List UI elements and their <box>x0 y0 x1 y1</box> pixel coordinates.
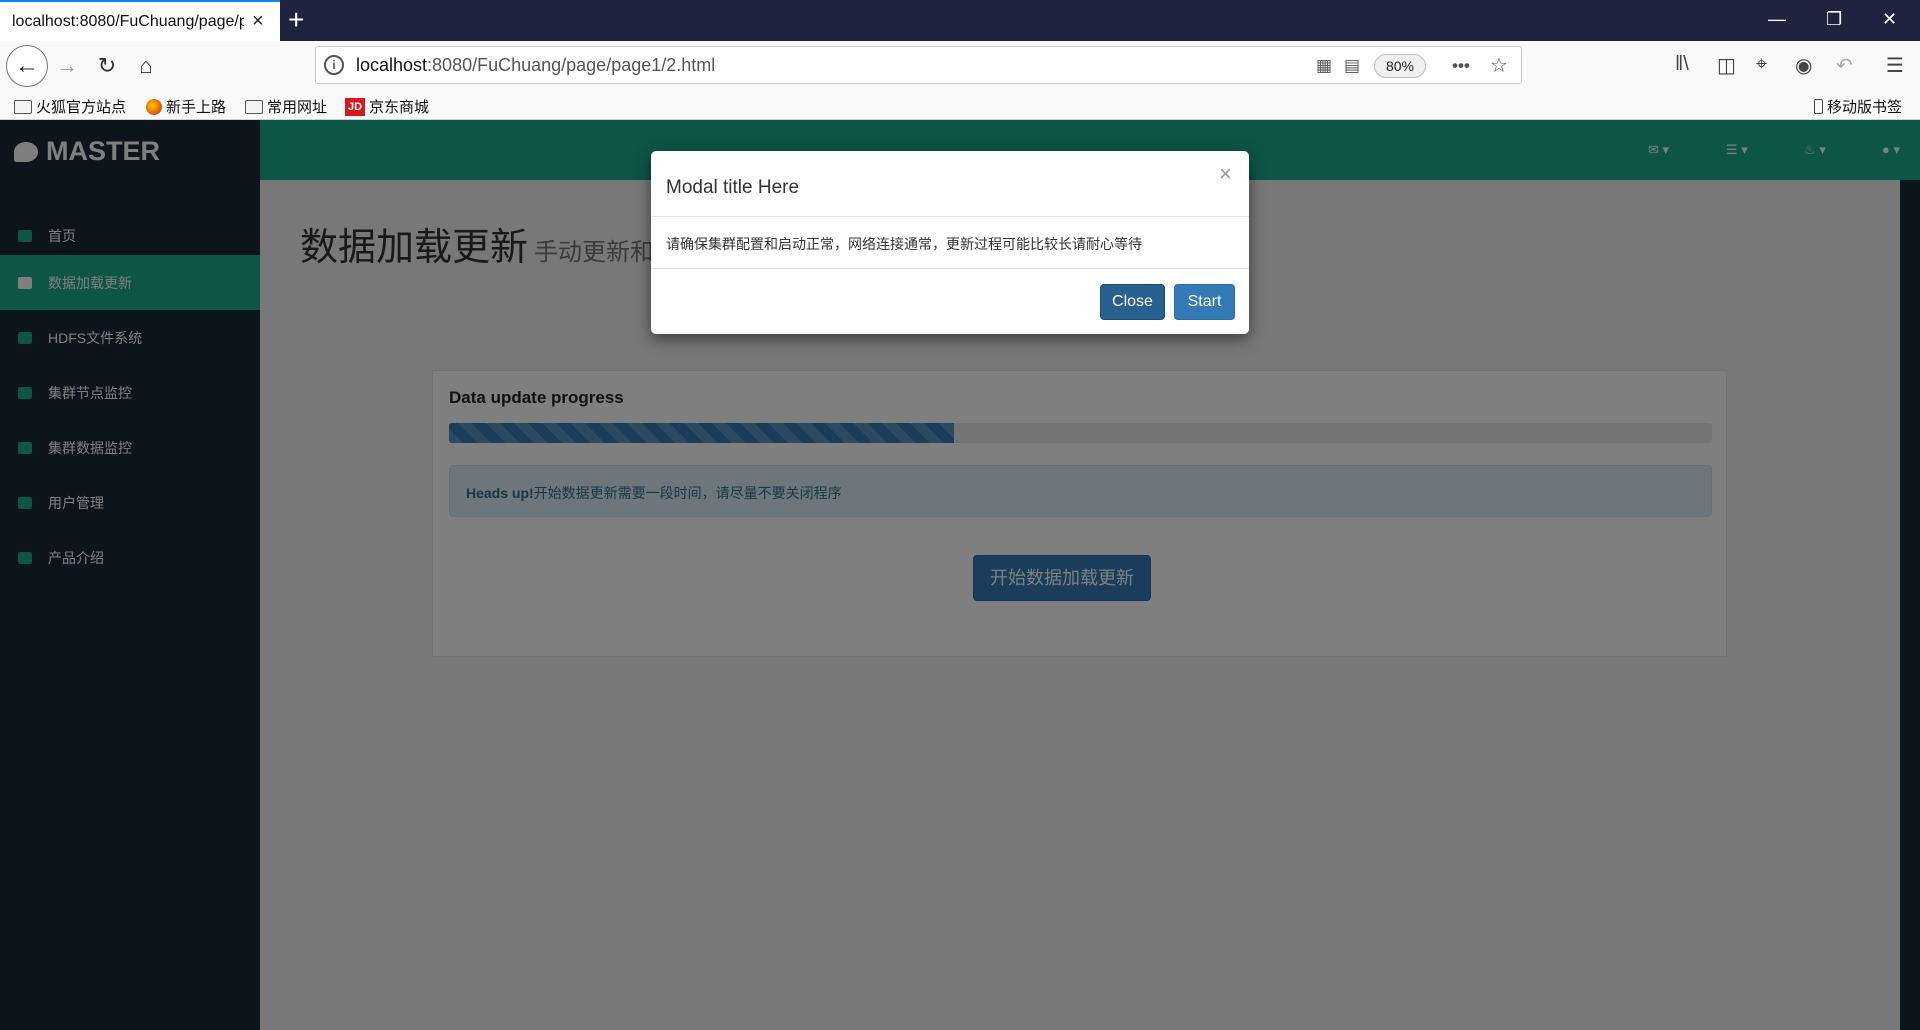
browser-tab[interactable]: localhost:8080/FuChuang/page/page1/2.htm… <box>0 0 280 41</box>
new-tab-icon[interactable]: + <box>288 5 304 35</box>
modal-close-icon[interactable]: × <box>1219 163 1232 185</box>
qr-code-icon[interactable]: ▦ <box>1316 56 1332 76</box>
site-info-icon[interactable]: i <box>324 55 344 75</box>
more-actions-icon[interactable]: ••• <box>1452 56 1470 76</box>
bookmark-label: 京东商城 <box>369 99 430 116</box>
bookmark-star-icon[interactable]: ☆ <box>1490 53 1508 78</box>
browser-tab-bar: localhost:8080/FuChuang/page/page1/2.htm… <box>0 0 1920 41</box>
back-icon[interactable]: ← <box>6 45 48 87</box>
bookmark-label: 新手上路 <box>166 99 227 116</box>
reader-view-icon[interactable]: ▤ <box>1344 56 1360 76</box>
modal-start-button[interactable]: Start <box>1174 284 1235 320</box>
jd-logo-icon: JD <box>345 97 365 116</box>
bookmark-item[interactable]: 新手上路 <box>146 96 226 117</box>
modal-body-text: 请确保集群配置和启动正常，网络连接通常，更新过程可能比较长请耐心等待 <box>666 236 1142 252</box>
mobile-bookmarks-label: 移动版书签 <box>1827 99 1903 116</box>
sidebar-toggle-icon[interactable]: ◫ <box>1717 53 1736 78</box>
bookmark-label: 常用网址 <box>267 99 328 116</box>
browser-nav-bar: ← → ↻ ⌂ i localhost:8080/FuChuang/page/p… <box>0 41 1920 91</box>
forward-icon[interactable]: → <box>50 49 84 83</box>
bookmarks-bar: 火狐官方站点 新手上路 常用网址 JD 京东商城 移动版书签 <box>0 91 1920 120</box>
zoom-level[interactable]: 80% <box>1374 54 1426 78</box>
bookmark-item[interactable]: JD 京东商城 <box>345 96 429 117</box>
modal-title: Modal title Here <box>666 177 800 198</box>
home-icon[interactable]: ⌂ <box>129 49 163 83</box>
modal-dialog: Modal title Here × 请确保集群配置和启动正常，网络连接通常，更… <box>651 151 1249 334</box>
crop-screenshot-icon[interactable]: ⌖ <box>1756 53 1767 76</box>
tab-title: localhost:8080/FuChuang/page/page1/2.htm… <box>12 13 244 30</box>
url-host: localhost <box>356 55 428 75</box>
bookmark-label: 火狐官方站点 <box>36 99 127 116</box>
modal-footer: Close Start <box>651 268 1249 334</box>
firefox-icon <box>146 98 162 115</box>
minimize-icon[interactable]: — <box>1768 8 1786 30</box>
window-close-icon[interactable]: ✕ <box>1882 8 1897 30</box>
modal-header: Modal title Here × <box>651 151 1249 217</box>
reload-icon[interactable]: ↻ <box>90 49 124 83</box>
chat-icon[interactable]: ◉ <box>1795 53 1812 78</box>
url-bar[interactable]: i localhost:8080/FuChuang/page/page1/2.h… <box>315 46 1522 84</box>
bookmark-item[interactable]: 火狐官方站点 <box>14 96 126 117</box>
url-text[interactable]: localhost:8080/FuChuang/page/page1/2.htm… <box>356 55 715 76</box>
hamburger-menu-icon[interactable]: ☰ <box>1886 53 1904 78</box>
undo-icon[interactable]: ↶ <box>1836 53 1853 78</box>
library-icon[interactable]: ‖\ <box>1675 53 1689 76</box>
folder-icon <box>14 99 32 114</box>
restore-icon[interactable]: ❐ <box>1826 8 1842 30</box>
tab-close-icon[interactable]: × <box>252 10 264 32</box>
url-path: :8080/FuChuang/page/page1/2.html <box>427 55 716 75</box>
mobile-bookmarks[interactable]: 移动版书签 <box>1814 96 1902 117</box>
phone-icon <box>1814 99 1823 114</box>
modal-close-button[interactable]: Close <box>1100 284 1165 320</box>
folder-icon <box>245 99 263 114</box>
bookmark-item[interactable]: 常用网址 <box>245 96 327 117</box>
